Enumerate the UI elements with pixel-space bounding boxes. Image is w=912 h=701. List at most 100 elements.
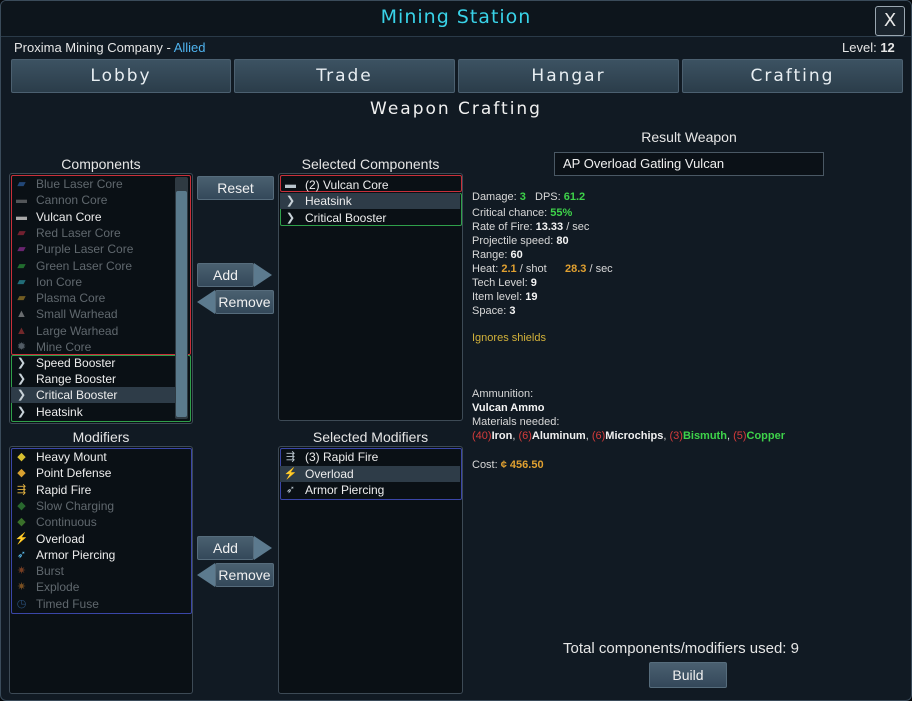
- list-item[interactable]: ➶ Armor Piercing: [280, 482, 460, 498]
- selected-modifiers-list[interactable]: ⇶ (3) Rapid Fire ⚡ Overload ➶ Armor Piercing: [278, 446, 463, 694]
- overload-icon: ⚡: [14, 532, 29, 545]
- remove-component-button[interactable]: Remove: [215, 290, 274, 314]
- tab-hangar[interactable]: Hangar: [458, 59, 679, 93]
- rof-label: Rate of Fire:: [472, 221, 533, 233]
- list-item[interactable]: ❯ Heatsink: [11, 404, 175, 420]
- material-name: Bismuth: [682, 430, 727, 442]
- materials-label: Materials needed:: [472, 416, 560, 428]
- heat-shot-value: 2.1: [501, 263, 517, 275]
- list-item-label: Rapid Fire: [36, 482, 92, 497]
- list-item[interactable]: ⚡ Overload: [11, 531, 189, 547]
- ion-core-icon: ▰: [17, 275, 26, 288]
- list-item[interactable]: ➶ Armor Piercing: [11, 547, 189, 563]
- components-scrollbar[interactable]: [175, 177, 188, 419]
- list-item[interactable]: ❯ Critical Booster: [11, 387, 175, 404]
- build-button[interactable]: Build: [649, 662, 727, 688]
- list-item[interactable]: ▰ Purple Laser Core: [11, 241, 171, 257]
- company-standing: Proxima Mining Company - Allied: [14, 40, 205, 55]
- list-item[interactable]: ❯ Speed Booster: [11, 355, 175, 371]
- heat-sec-unit: / sec: [589, 263, 613, 275]
- list-item[interactable]: ▰ Ion Core: [11, 274, 171, 290]
- list-item-label: Green Laser Core: [36, 258, 133, 273]
- continuous-icon: ◆: [17, 516, 26, 529]
- list-item-label: Ion Core: [36, 274, 83, 289]
- mine-core-icon: ✹: [16, 341, 27, 353]
- armor-piercing-icon: ➶: [16, 548, 27, 561]
- add-modifier-button[interactable]: Add: [197, 536, 254, 560]
- list-item[interactable]: ▲ Small Warhead: [11, 306, 171, 322]
- green-laser-core-icon: ▰: [17, 259, 26, 272]
- list-item[interactable]: ❯ Heatsink: [280, 193, 460, 210]
- range-stat: Range: 60: [472, 248, 523, 262]
- list-item[interactable]: ▰ Green Laser Core: [11, 258, 171, 274]
- rof-value: 13.33: [535, 221, 564, 233]
- list-item-label: Large Warhead: [36, 323, 119, 338]
- selected-components-list[interactable]: ▬ (2) Vulcan Core ❯ Heatsink ❯ Critical Boost…: [278, 173, 463, 421]
- close-button[interactable]: X: [875, 6, 905, 36]
- add-arrow-icon[interactable]: [254, 263, 272, 287]
- rapid-fire-icon: ⇶: [285, 451, 296, 463]
- item-level-value: 19: [525, 291, 538, 303]
- list-item-label: Vulcan Core: [36, 209, 102, 224]
- list-item[interactable]: ◆ Continuous: [11, 514, 189, 530]
- list-item-label: Purple Laser Core: [36, 242, 134, 257]
- remove-modifier-arrow-icon[interactable]: [197, 563, 215, 587]
- reset-button[interactable]: Reset: [197, 176, 274, 200]
- list-item[interactable]: ▲ Large Warhead: [11, 323, 171, 339]
- damage-stat: Damage: 3 DPS: 61.2: [472, 190, 585, 204]
- modifiers-list[interactable]: ◆ Heavy Mount ◆ Point Defense ⇶ Rapid Fire ◆ Sl…: [9, 446, 193, 694]
- list-item[interactable]: ✹ Mine Core: [11, 339, 171, 355]
- crit-stat: Critical chance: 55%: [472, 206, 572, 220]
- list-item[interactable]: ◷ Timed Fuse: [11, 596, 189, 612]
- list-item[interactable]: ❯ Critical Booster: [280, 210, 460, 226]
- add-component-button[interactable]: Add: [197, 263, 254, 287]
- list-item-label: Speed Booster: [36, 356, 116, 370]
- components-list[interactable]: ▰ Blue Laser Core ▬ Cannon Core ▬ Vulcan Core…: [9, 173, 193, 424]
- heat-label: Heat:: [472, 263, 499, 275]
- list-item[interactable]: ▬ Vulcan Core: [11, 209, 171, 225]
- materials-list: (40)Iron, (6)Aluminum, (6)Microchips, (3…: [472, 430, 786, 442]
- vulcan-core-icon: ▬: [16, 210, 27, 223]
- cannon-core-icon: ▬: [16, 194, 27, 207]
- list-item[interactable]: ▰ Blue Laser Core: [11, 176, 171, 192]
- list-item[interactable]: ▰ Red Laser Core: [11, 225, 171, 241]
- material-qty: (40): [472, 430, 492, 442]
- list-item[interactable]: ◆ Heavy Mount: [11, 449, 189, 465]
- list-item-label: Critical Booster: [305, 210, 387, 225]
- chevron-right-icon: ❯: [16, 405, 27, 418]
- list-item[interactable]: ▬ Cannon Core: [11, 192, 171, 208]
- selected-components-header: Selected Components: [301, 156, 440, 172]
- list-item[interactable]: ▬ (2) Vulcan Core: [280, 177, 460, 193]
- list-item-label: Heatsink: [36, 404, 83, 419]
- components-scroll-thumb[interactable]: [176, 191, 187, 417]
- list-item[interactable]: ❯ Range Booster: [11, 371, 175, 387]
- list-item[interactable]: ⇶ Rapid Fire: [11, 482, 189, 498]
- list-item[interactable]: ⚡ Overload: [280, 465, 460, 482]
- tab-trade[interactable]: Trade: [234, 59, 455, 93]
- rof-stat: Rate of Fire: 13.33 / sec: [472, 220, 589, 234]
- cost-stat: Cost: ¢ 456.50: [472, 458, 544, 472]
- list-item-label: Heavy Mount: [36, 450, 107, 464]
- list-item-label: Plasma Core: [36, 291, 106, 306]
- list-item-label: (3) Rapid Fire: [305, 450, 379, 464]
- level-label: Level:: [842, 40, 877, 55]
- tab-crafting[interactable]: Crafting: [682, 59, 903, 93]
- remove-arrow-icon[interactable]: [197, 290, 215, 314]
- list-item[interactable]: ◆ Slow Charging: [11, 498, 189, 514]
- vulcan-core-icon: ▬: [285, 179, 296, 191]
- heat-shot-unit: / shot: [519, 263, 547, 275]
- add-modifier-arrow-icon[interactable]: [254, 536, 272, 560]
- tab-lobby[interactable]: Lobby: [11, 59, 231, 93]
- list-item-label: Overload: [36, 531, 85, 546]
- list-item[interactable]: ▰ Plasma Core: [11, 290, 171, 306]
- list-item-label: Armor Piercing: [36, 547, 116, 562]
- list-item[interactable]: ⇶ (3) Rapid Fire: [280, 449, 460, 465]
- crit-label: Critical chance:: [472, 207, 548, 219]
- list-item[interactable]: ◆ Point Defense: [11, 465, 189, 481]
- window-title: Mining Station: [380, 6, 532, 28]
- list-item[interactable]: ✷ Explode: [11, 579, 189, 595]
- large-warhead-icon: ▲: [16, 324, 27, 337]
- remove-modifier-button[interactable]: Remove: [215, 563, 274, 587]
- list-item[interactable]: ✷ Burst: [11, 563, 189, 579]
- weapon-name-input[interactable]: AP Overload Gatling Vulcan: [554, 152, 824, 176]
